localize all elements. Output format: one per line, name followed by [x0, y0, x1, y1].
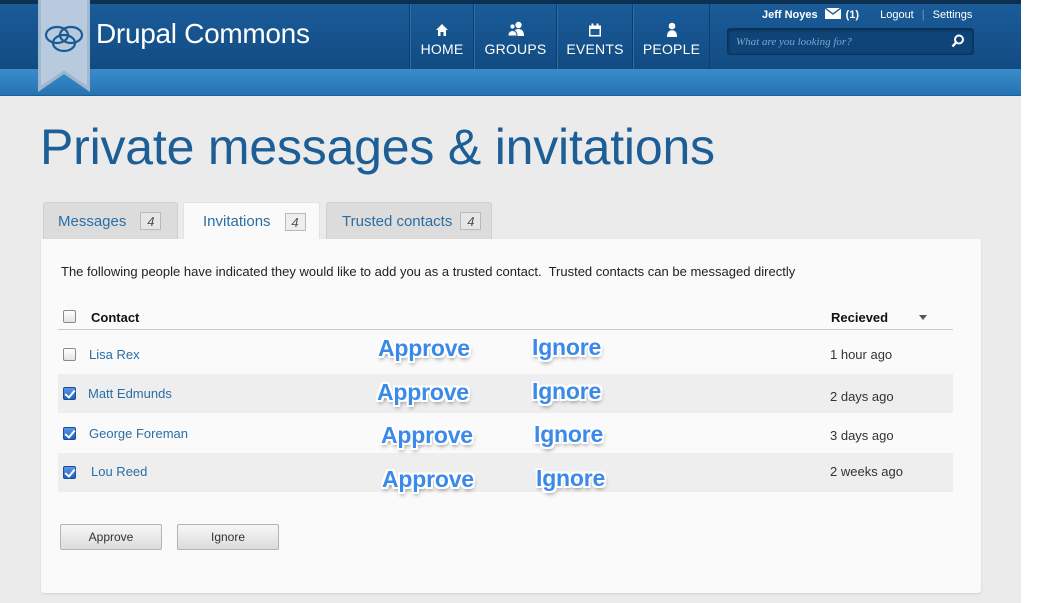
received-time: 1 hour ago — [830, 347, 893, 362]
logout-link[interactable]: Logout — [880, 9, 914, 21]
row-approve-action[interactable]: Approve — [377, 379, 469, 406]
contact-name-link[interactable]: Lisa Rex — [89, 347, 140, 362]
row-approve-action[interactable]: Approve — [381, 422, 473, 449]
row-checkbox[interactable] — [63, 387, 76, 400]
intro-text: The following people have indicated they… — [61, 264, 796, 279]
row-checkbox[interactable] — [63, 427, 76, 440]
search-input[interactable] — [736, 34, 946, 50]
nav-events[interactable]: EVENTS — [557, 4, 633, 69]
sub-header-bar — [0, 69, 1021, 96]
column-contact[interactable]: Contact — [91, 310, 139, 325]
envelope-icon[interactable] — [824, 7, 842, 22]
table-row: George Foreman 3 days ago — [58, 414, 953, 453]
tab-trusted-contacts[interactable]: Trusted contacts 4 — [326, 202, 492, 239]
user-bar: Jeff Noyes (1) Logout | Settings — [762, 7, 973, 22]
received-time: 2 days ago — [830, 389, 894, 404]
invitations-panel: The following people have indicated they… — [41, 239, 981, 593]
row-checkbox[interactable] — [63, 348, 76, 361]
groups-icon — [506, 17, 525, 37]
calendar-icon — [588, 17, 602, 37]
received-time: 3 days ago — [830, 428, 894, 443]
tab-invitations-label: Invitations — [203, 213, 271, 230]
tab-trusted-contacts-label: Trusted contacts — [342, 212, 453, 230]
nav-home-label: HOME — [420, 40, 464, 57]
page-title: Private messages & invitations — [40, 119, 715, 175]
page: Drupal Commons HOME GROUPS EVENTS PEOPLE — [0, 0, 1021, 603]
row-approve-action[interactable]: Approve — [382, 466, 474, 493]
contact-name-link[interactable]: George Foreman — [89, 426, 188, 441]
table-row: Matt Edmunds 2 days ago — [58, 374, 953, 413]
tab-messages-label: Messages — [58, 212, 127, 230]
table-header: Contact Recieved — [58, 305, 953, 330]
home-icon — [435, 17, 449, 37]
tab-trusted-contacts-count: 4 — [460, 212, 482, 230]
tab-messages[interactable]: Messages 4 — [43, 202, 178, 239]
tab-messages-count: 4 — [140, 212, 162, 230]
nav-home[interactable]: HOME — [410, 4, 474, 69]
tab-invitations-count: 4 — [284, 212, 306, 231]
main-nav: HOME GROUPS EVENTS PEOPLE — [409, 4, 710, 69]
table-row: Lou Reed 2 weeks ago — [58, 453, 953, 492]
row-ignore-action[interactable]: Ignore — [532, 378, 601, 405]
nav-people[interactable]: PEOPLE — [633, 4, 710, 69]
row-ignore-action[interactable]: Ignore — [536, 465, 605, 492]
nav-people-label: PEOPLE — [642, 40, 701, 57]
separator: | — [921, 9, 925, 21]
table-row: Lisa Rex 1 hour ago — [58, 335, 953, 374]
approve-button[interactable]: Approve — [60, 524, 162, 550]
select-all-checkbox[interactable] — [63, 310, 76, 323]
search-box — [727, 28, 974, 55]
message-count[interactable]: (1) — [846, 9, 859, 21]
logo-ribbon-icon[interactable] — [38, 0, 90, 92]
column-received[interactable]: Recieved — [831, 310, 888, 325]
nav-events-label: EVENTS — [566, 40, 624, 57]
settings-link[interactable]: Settings — [933, 9, 973, 21]
row-ignore-action[interactable]: Ignore — [532, 334, 601, 361]
contact-name-link[interactable]: Lou Reed — [91, 464, 147, 479]
row-ignore-action[interactable]: Ignore — [534, 421, 603, 448]
search-icon[interactable] — [951, 34, 965, 53]
person-icon — [666, 17, 678, 37]
nav-groups-label: GROUPS — [484, 40, 547, 57]
user-name[interactable]: Jeff Noyes — [762, 9, 818, 21]
brand-name[interactable]: Drupal Commons — [96, 18, 310, 50]
row-checkbox[interactable] — [63, 466, 76, 479]
tab-invitations[interactable]: Invitations 4 — [183, 202, 320, 240]
received-time: 2 weeks ago — [830, 464, 903, 479]
row-approve-action[interactable]: Approve — [378, 335, 470, 362]
nav-groups[interactable]: GROUPS — [474, 4, 557, 69]
ignore-button[interactable]: Ignore — [177, 524, 279, 550]
sort-arrow-icon[interactable] — [919, 315, 927, 320]
contact-name-link[interactable]: Matt Edmunds — [88, 386, 172, 401]
